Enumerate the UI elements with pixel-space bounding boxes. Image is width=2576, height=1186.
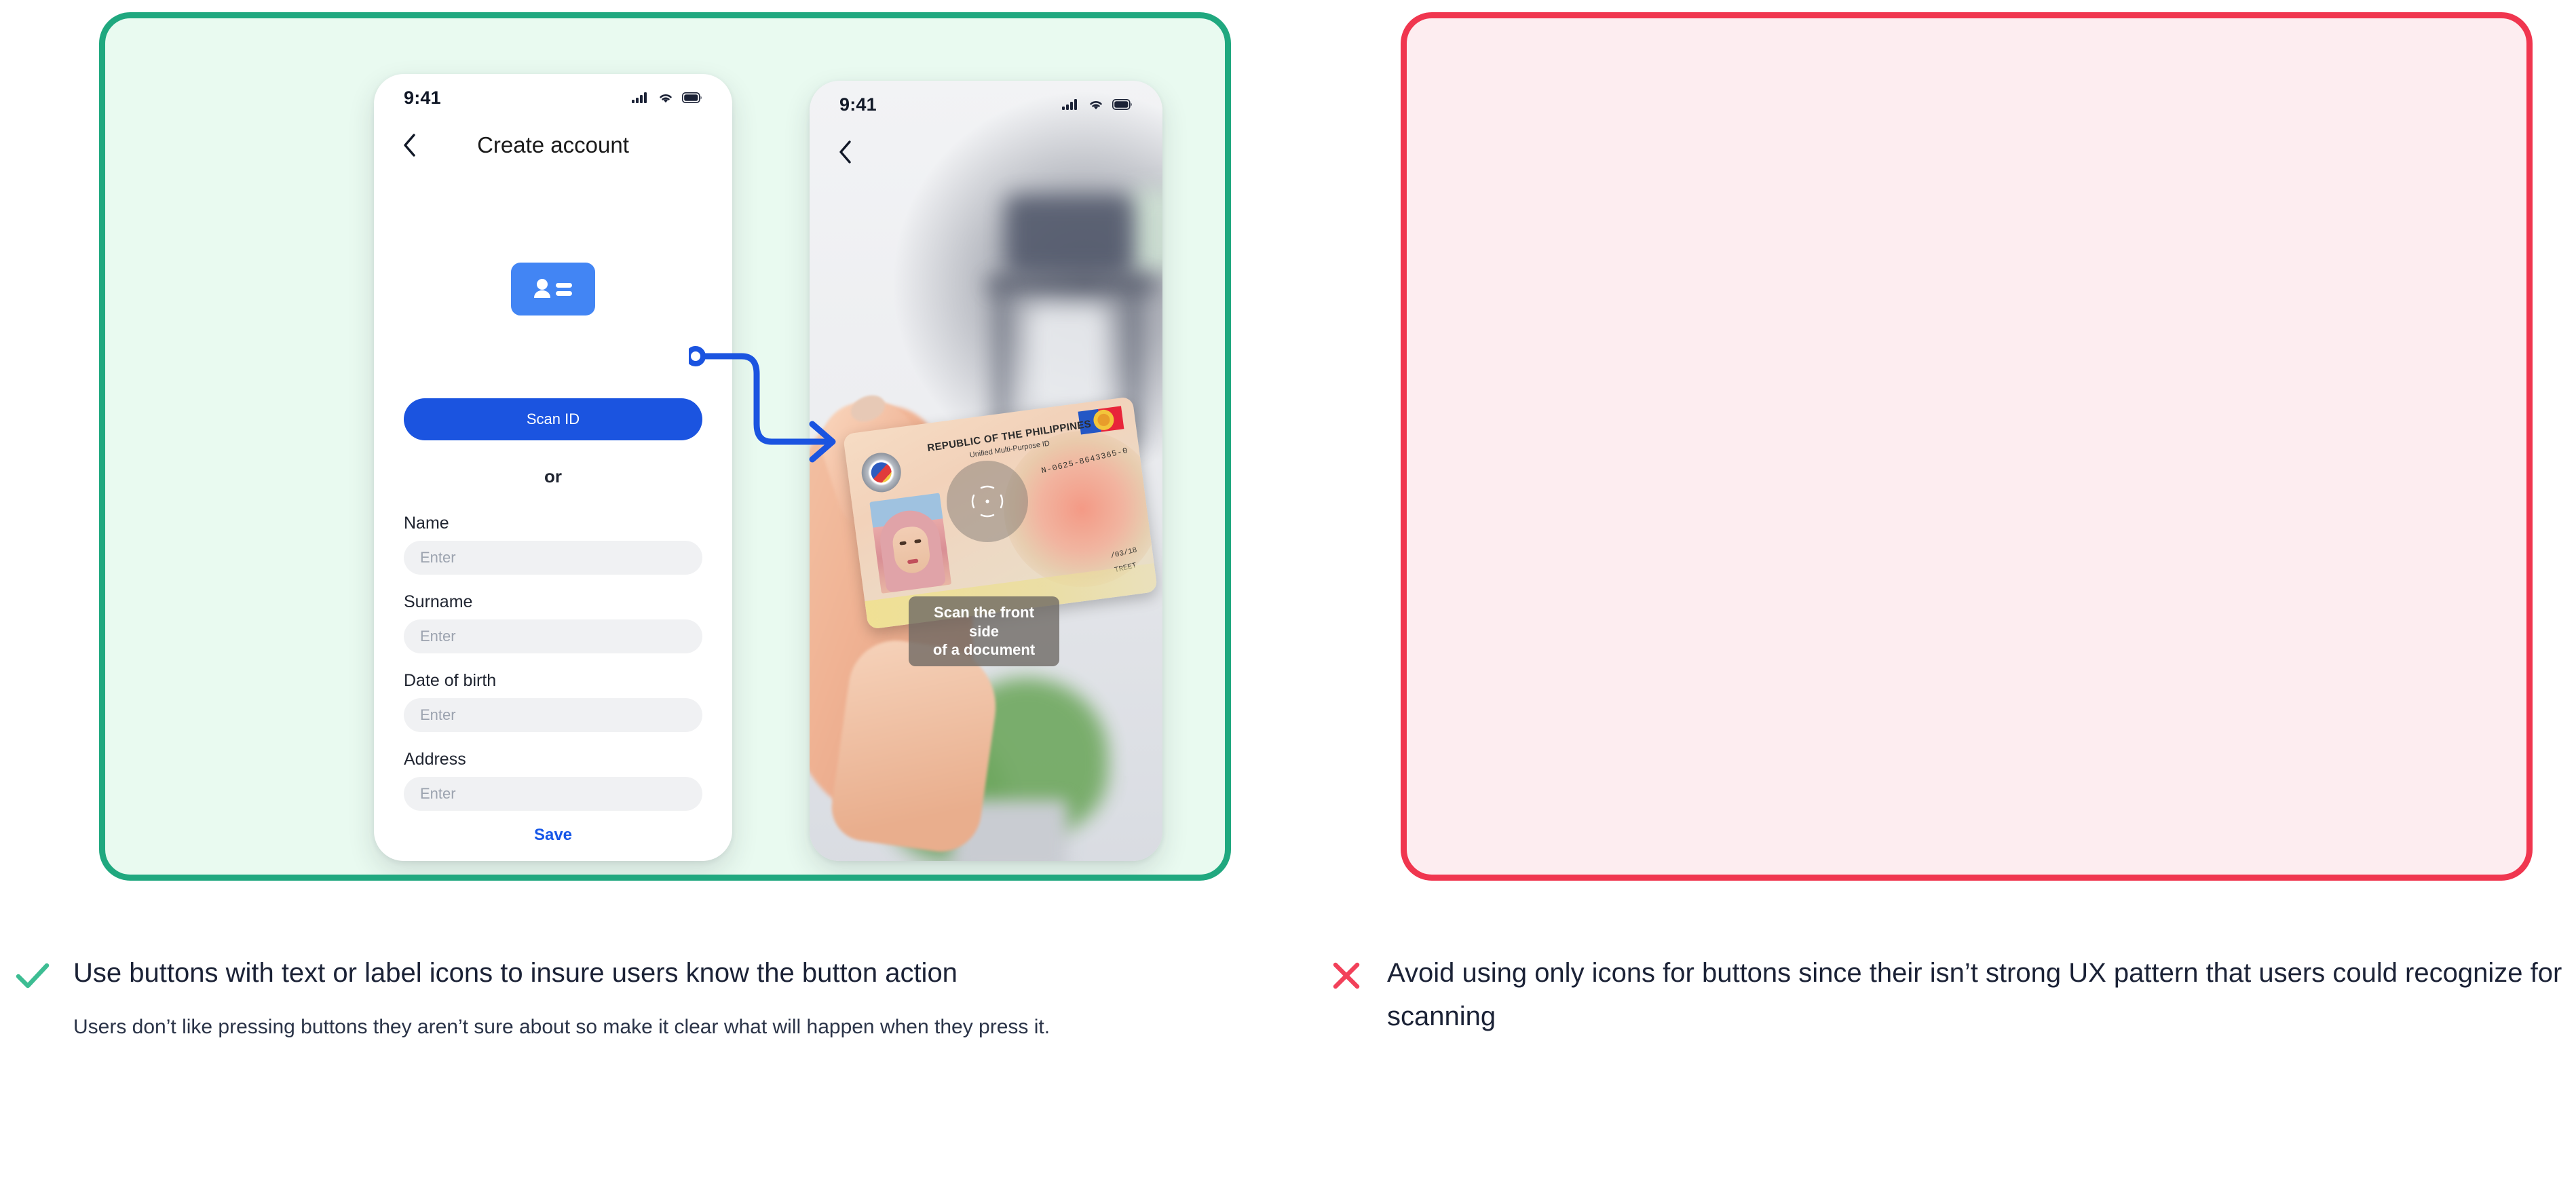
id-card-icon xyxy=(511,263,595,315)
screenshot-root: 9:41 Create account Scan ID or Name Ente… xyxy=(0,0,2576,1186)
scan-instruction-toast: Scan the front side of a document xyxy=(909,596,1059,666)
portrait-lips xyxy=(907,558,919,565)
nav-bar xyxy=(810,128,1162,176)
save-link[interactable]: Save xyxy=(374,826,732,845)
caption-body: Avoid using only icons for buttons since… xyxy=(1387,951,2564,1038)
good-practice-caption: Use buttons with text or label icons to … xyxy=(15,951,1230,1046)
chevron-left-icon xyxy=(839,140,851,164)
field-date-of-birth: Date of birth Enter xyxy=(404,671,702,732)
battery-icon xyxy=(1112,99,1132,110)
scan-instruction-line1: Scan the front side xyxy=(934,604,1034,640)
surname-input[interactable]: Enter xyxy=(404,619,702,653)
chevron-left-icon xyxy=(404,134,415,157)
battery-icon xyxy=(682,92,702,103)
portrait-eye xyxy=(914,539,922,543)
field-label: Surname xyxy=(404,592,473,611)
or-divider-label: or xyxy=(544,466,562,486)
status-icons xyxy=(1062,98,1133,111)
good-example-card: 9:41 Create account Scan ID or Name Ente… xyxy=(99,12,1231,881)
status-bar: 9:41 xyxy=(810,81,1162,128)
name-input[interactable]: Enter xyxy=(404,541,702,575)
create-account-form: Name Enter Surname Enter Date of birth E… xyxy=(404,514,702,828)
status-bar: 9:41 xyxy=(374,74,732,121)
caption-title: Use buttons with text or label icons to … xyxy=(73,958,958,988)
page-title: Create account xyxy=(477,132,629,157)
field-name: Name Enter xyxy=(404,514,702,575)
background-object-blur xyxy=(1005,195,1134,275)
camera-viewfinder: REPUBLIC OF THE PHILIPPINES Unified Mult… xyxy=(810,81,1162,861)
phone-document-scanner: REPUBLIC OF THE PHILIPPINES Unified Mult… xyxy=(810,81,1162,861)
background-box-blur xyxy=(1027,305,1108,413)
portrait-eye xyxy=(899,541,907,546)
wifi-icon xyxy=(660,94,672,103)
field-surname: Surname Enter xyxy=(404,592,702,653)
address-input[interactable]: Enter xyxy=(404,777,702,811)
bad-example-card: 9:41 Sign up Ent xyxy=(1401,12,2533,881)
bad-practice-caption: Avoid using only icons for buttons since… xyxy=(1329,951,2564,1038)
thumb xyxy=(827,634,1004,857)
wifi-icon xyxy=(1090,101,1102,110)
status-time: 9:41 xyxy=(404,87,441,108)
card-portrait-photo xyxy=(869,493,952,594)
caption-body: Use buttons with text or label icons to … xyxy=(73,951,1230,1046)
caption-title: Avoid using only icons for buttons since… xyxy=(1387,958,2562,1031)
caption-subtitle: Users don’t like pressing buttons they a… xyxy=(73,1016,1050,1038)
status-time: 9:41 xyxy=(839,94,877,115)
date-of-birth-input[interactable]: Enter xyxy=(404,698,702,732)
field-label: Address xyxy=(404,750,466,769)
check-icon xyxy=(16,963,50,989)
save-link-wrap: Save xyxy=(374,826,732,845)
national-seal-icon xyxy=(859,450,904,495)
field-address: Address Enter xyxy=(404,750,702,811)
cross-icon xyxy=(1333,962,1360,989)
cellular-signal-icon xyxy=(1062,99,1077,110)
field-label: Name xyxy=(404,514,449,533)
back-button[interactable] xyxy=(830,137,860,167)
back-button[interactable] xyxy=(394,130,424,160)
field-label: Date of birth xyxy=(404,671,497,690)
scan-id-button[interactable]: Scan ID xyxy=(404,398,702,440)
scan-instruction-line2: of a document xyxy=(932,641,1036,658)
nav-bar: Create account xyxy=(374,121,732,169)
cellular-signal-icon xyxy=(632,92,647,103)
status-icons xyxy=(632,92,702,104)
phone-create-account: 9:41 Create account Scan ID or Name Ente… xyxy=(374,74,732,861)
focus-reticle-icon[interactable] xyxy=(947,461,1028,542)
